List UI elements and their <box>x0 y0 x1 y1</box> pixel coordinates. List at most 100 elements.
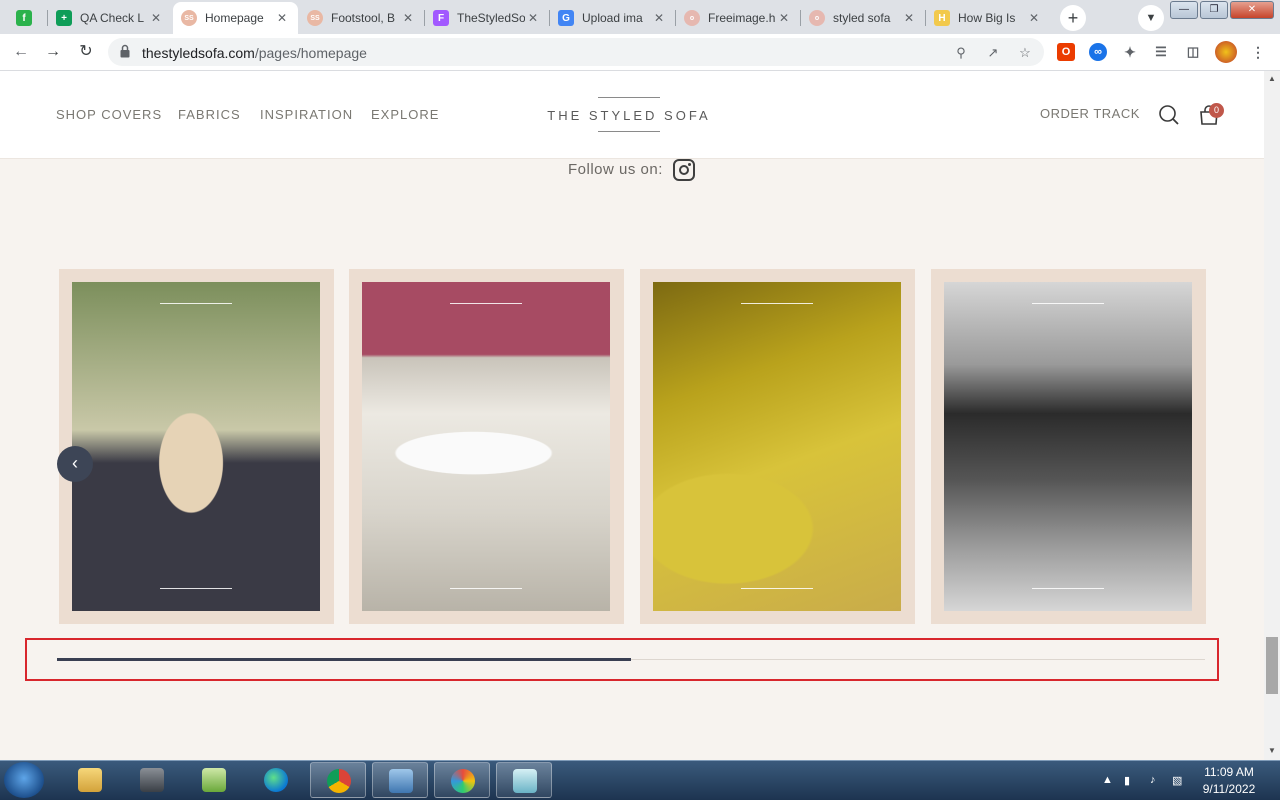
taskbar-paint[interactable] <box>434 762 490 798</box>
logo-rule-bottom <box>598 131 660 132</box>
close-tab-icon[interactable]: ✕ <box>525 11 541 25</box>
restore-button[interactable]: ❐ <box>1200 1 1228 19</box>
browser-tab[interactable]: H How Big Is ✕ <box>926 4 1050 32</box>
back-arrow-icon[interactable]: ← <box>9 40 33 64</box>
close-tab-icon[interactable]: ✕ <box>1026 11 1042 25</box>
browser-tab-title: Homepage <box>205 11 264 25</box>
tab-search-icon[interactable]: ▼ <box>1138 5 1164 31</box>
slide-marker-bottom <box>450 588 522 589</box>
tab-separator <box>47 10 48 26</box>
volume-tray-icon[interactable]: ♪ <box>1150 774 1156 786</box>
slide-card[interactable] <box>59 269 334 624</box>
start-button[interactable] <box>4 762 44 798</box>
close-tab-icon[interactable]: ✕ <box>901 11 917 25</box>
media-control-icon[interactable]: ☰ <box>1152 43 1170 61</box>
figma-icon: F <box>433 10 449 26</box>
taskbar-date[interactable]: 9/11/2022 <box>1196 782 1262 796</box>
url-text: thestyledsofa.com/pages/homepage <box>142 45 367 61</box>
url-domain: thestyledsofa.com <box>142 45 255 61</box>
nav-inspiration[interactable]: INSPIRATION <box>260 107 353 122</box>
browser-tab[interactable]: + QA Check L ✕ <box>48 4 172 32</box>
taskbar-notepad-plus[interactable] <box>186 762 242 798</box>
taskbar-security[interactable] <box>124 762 180 798</box>
site-logo[interactable]: THE STYLED SOFA <box>540 97 718 133</box>
browser-tab-title: Upload ima <box>582 11 643 25</box>
taskbar-notes[interactable] <box>496 762 552 798</box>
close-window-button[interactable]: ✕ <box>1230 1 1274 19</box>
notepad-plus-icon <box>202 768 226 792</box>
feedly-icon: f <box>16 10 32 26</box>
search-icon[interactable] <box>1158 104 1180 126</box>
browser-tab-title: Freeimage.h <box>708 11 776 25</box>
network-tray-icon[interactable]: ▧ <box>1172 774 1182 787</box>
notes-icon <box>513 769 537 793</box>
tab-separator <box>800 10 801 26</box>
slide-dog-on-sofa <box>72 282 320 611</box>
scroll-down-icon[interactable]: ▼ <box>1264 744 1280 758</box>
slide-card[interactable] <box>640 269 915 624</box>
follow-us-label: Follow us on: <box>568 161 663 178</box>
scrollbar-thumb[interactable] <box>1266 637 1278 694</box>
zoom-icon[interactable]: ⚲ <box>952 44 970 62</box>
browser-tab[interactable]: SS Homepage ✕ <box>173 2 298 34</box>
slide-yellow-velvet <box>653 282 901 611</box>
close-tab-icon[interactable]: ✕ <box>651 11 667 25</box>
nav-fabrics[interactable]: FABRICS <box>178 107 241 122</box>
taskbar-photo-viewer[interactable] <box>372 762 428 798</box>
reload-icon[interactable]: ↻ <box>74 40 98 64</box>
browser-tab[interactable]: o styled sofa ✕ <box>801 4 925 32</box>
slide-marker-top <box>450 303 522 304</box>
infinity-extension-icon[interactable]: ∞ <box>1089 43 1107 61</box>
slider-prev-button[interactable]: ‹ <box>57 446 93 482</box>
minimize-button[interactable]: — <box>1170 1 1198 19</box>
slider-progress-bar[interactable] <box>57 658 631 661</box>
slide-card[interactable] <box>931 269 1206 624</box>
profile-avatar[interactable] <box>1215 41 1237 63</box>
taskbar-chrome[interactable] <box>310 762 366 798</box>
logo-rule-top <box>598 97 660 98</box>
google-icon: G <box>558 10 574 26</box>
side-panel-icon[interactable]: ◫ <box>1184 43 1202 61</box>
office-extension-icon[interactable]: O <box>1057 43 1075 61</box>
close-tab-icon[interactable]: ✕ <box>400 11 416 25</box>
new-tab-button[interactable]: + <box>1060 5 1086 31</box>
freeimage-icon: o <box>684 10 700 26</box>
taskbar-time[interactable]: 11:09 AM <box>1196 765 1262 779</box>
power-tray-icon[interactable]: ▮ <box>1124 774 1130 787</box>
browser-tab-title: Footstool, B <box>331 11 396 25</box>
styledsofa-icon: SS <box>307 10 323 26</box>
bookmark-star-icon[interactable]: ☆ <box>1016 44 1034 62</box>
photo-viewer-icon <box>389 769 413 793</box>
scroll-up-icon[interactable]: ▲ <box>1264 72 1280 86</box>
freeimage-icon: o <box>809 10 825 26</box>
nav-explore[interactable]: EXPLORE <box>371 107 439 122</box>
tray-overflow-icon[interactable]: ▲ <box>1102 774 1113 786</box>
browser-tab[interactable]: o Freeimage.h ✕ <box>676 4 800 32</box>
slide-kids-bw <box>944 282 1192 611</box>
browser-menu-icon[interactable]: ⋮ <box>1249 43 1267 61</box>
forward-arrow-icon[interactable]: → <box>41 40 65 64</box>
browser-tab-title: TheStyledSo <box>457 11 525 25</box>
browser-tab[interactable]: F TheStyledSo ✕ <box>425 4 549 32</box>
order-track-link[interactable]: ORDER TRACK <box>1040 106 1140 121</box>
browser-tab[interactable]: G Upload ima ✕ <box>550 4 675 32</box>
browser-tab[interactable]: f <box>8 4 46 32</box>
edge-icon <box>264 768 288 792</box>
extensions-puzzle-icon[interactable]: ✦ <box>1121 43 1139 61</box>
share-icon[interactable]: ↗ <box>984 44 1002 62</box>
window-controls: — ❐ ✕ <box>1170 1 1274 19</box>
lock-icon <box>120 44 130 58</box>
cart-count-badge: 0 <box>1209 103 1224 118</box>
slide-card[interactable] <box>349 269 624 624</box>
browser-tab[interactable]: SS Footstool, B ✕ <box>299 4 424 32</box>
close-tab-icon[interactable]: ✕ <box>776 11 792 25</box>
taskbar-explorer[interactable] <box>62 762 118 798</box>
url-path: /pages/homepage <box>254 45 367 61</box>
close-tab-icon[interactable]: ✕ <box>274 11 290 25</box>
slide-marker-bottom <box>1032 588 1104 589</box>
close-tab-icon[interactable]: ✕ <box>148 11 164 25</box>
address-bar[interactable]: thestyledsofa.com/pages/homepage ⚲ ↗ ☆ <box>108 38 1044 66</box>
nav-shop-covers[interactable]: SHOP COVERS <box>56 107 162 122</box>
instagram-icon[interactable] <box>673 159 695 181</box>
taskbar-edge[interactable] <box>248 762 304 798</box>
